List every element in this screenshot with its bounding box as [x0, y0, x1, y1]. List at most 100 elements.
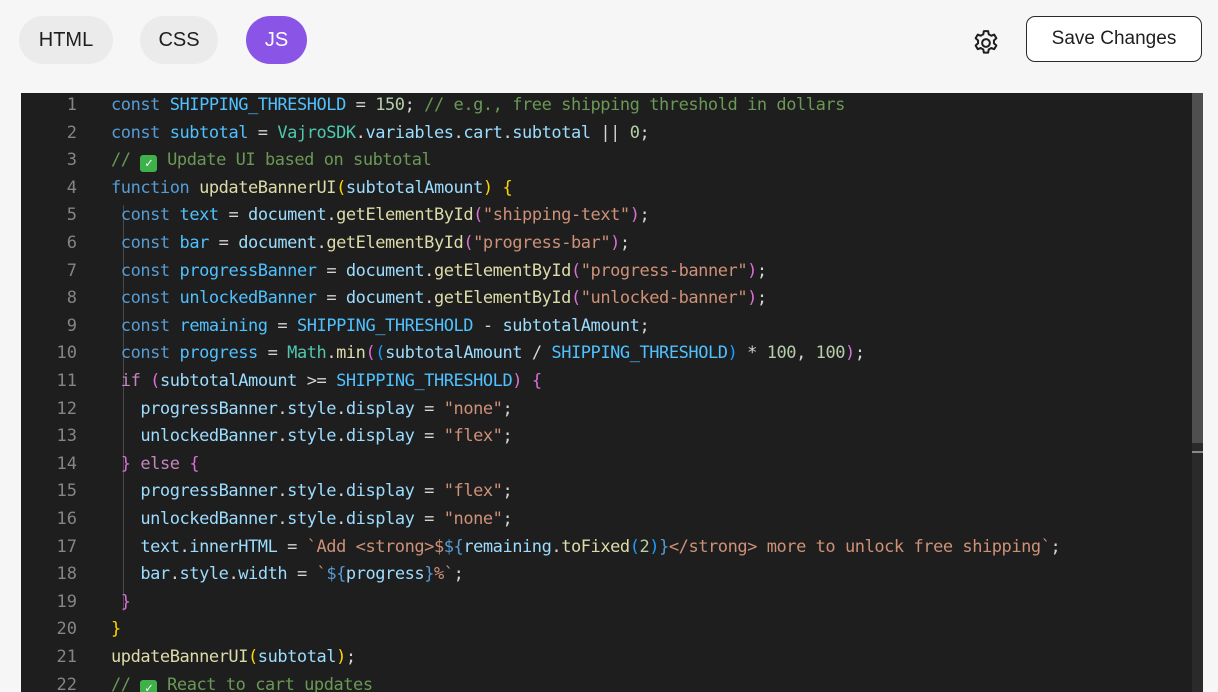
tab-js[interactable]: JS	[246, 16, 307, 64]
code-token: const	[120, 260, 170, 281]
code-token: bar	[179, 233, 210, 253]
code-token: ;	[639, 122, 650, 143]
code-line[interactable]: 19 }	[21, 588, 1191, 616]
code-token: .	[277, 509, 288, 529]
code-token: (	[248, 647, 258, 667]
code-token: .	[326, 205, 337, 226]
code-line[interactable]: 15 progressBanner.style.display = "flex"…	[21, 477, 1191, 505]
code-line[interactable]: 17 text.innerHTML = `Add <strong>$${rema…	[21, 533, 1191, 561]
code-token: }	[120, 591, 131, 612]
code-token: subtotal	[169, 122, 249, 143]
code-line[interactable]: 9 const remaining = SHIPPING_THRESHOLD -…	[21, 312, 1191, 340]
save-changes-button[interactable]: Save Changes	[1026, 16, 1202, 62]
code-text: function updateBannerUI(subtotalAmount) …	[111, 174, 513, 202]
code-token: (	[570, 260, 581, 281]
code-token: ;	[854, 343, 865, 364]
code-token: }	[659, 536, 669, 557]
line-number: 15	[56, 481, 77, 502]
code-line[interactable]: 10 const progress = Math.min((subtotalAm…	[21, 339, 1191, 367]
code-line[interactable]: 22 // ✓ React to cart updates	[21, 671, 1191, 692]
code-token: SHIPPING_THRESHOLD	[169, 95, 347, 115]
code-token: document	[238, 233, 317, 253]
code-line[interactable]: 8 const unlockedBanner = document.getEle…	[21, 284, 1191, 312]
code-text: progressBanner.style.display = "none";	[111, 395, 512, 423]
code-token: =	[208, 233, 239, 253]
code-token: unlockedBanner	[140, 426, 278, 447]
code-token: *	[737, 343, 767, 364]
code-token: -	[473, 315, 503, 336]
code-text: const remaining = SHIPPING_THRESHOLD - s…	[111, 312, 650, 340]
code-line[interactable]: 18 bar.style.width = `${progress}%`;	[21, 560, 1191, 588]
tab-css[interactable]: CSS	[140, 16, 218, 64]
code-token: getElementById	[326, 233, 464, 253]
code-token: (	[150, 371, 160, 391]
code-token: innerHTML	[189, 536, 278, 557]
code-token: "shipping-text"	[482, 205, 630, 226]
code-token: .	[326, 343, 337, 364]
code-token: min	[336, 343, 366, 364]
code-line[interactable]: 2 const subtotal = VajroSDK.variables.car…	[21, 119, 1191, 147]
code-line[interactable]: 4 function updateBannerUI(subtotalAmount)…	[21, 174, 1191, 202]
line-number: 16	[56, 509, 77, 529]
code-token: =	[257, 343, 288, 364]
settings-button[interactable]	[967, 26, 1005, 60]
code-line[interactable]: 14 } else {	[21, 450, 1191, 478]
code-token: const	[120, 233, 170, 253]
code-text: }	[111, 588, 131, 616]
code-line[interactable]: 12 progressBanner.style.display = "none"…	[21, 395, 1191, 423]
code-token: ,	[796, 343, 816, 364]
code-token: Update UI based on subtotal	[157, 150, 432, 171]
code-token: SHIPPING_THRESHOLD	[296, 315, 474, 336]
code-token: )	[747, 260, 757, 281]
line-number: 14	[56, 453, 77, 474]
code-token: %`	[434, 564, 454, 585]
code-token: ;	[502, 398, 513, 419]
code-token: .	[277, 426, 288, 447]
code-token: 100	[766, 343, 797, 364]
tab-html-label: HTML	[38, 28, 94, 51]
code-line[interactable]: 21 updateBannerUI(subtotal);	[21, 643, 1191, 671]
code-line[interactable]: 1 const SHIPPING_THRESHOLD = 150; // e.g.…	[21, 93, 1191, 119]
code-token: .	[336, 398, 346, 419]
code-token: .	[336, 426, 346, 447]
code-line[interactable]: 16 unlockedBanner.style.display = "none"…	[21, 505, 1191, 533]
scrollbar-thumb[interactable]	[1192, 93, 1203, 443]
code-line[interactable]: 11 if (subtotalAmount >= SHIPPING_THRESH…	[21, 367, 1191, 395]
code-token: subtotal	[257, 647, 337, 667]
code-token: cart	[463, 122, 503, 143]
code-token: `Add <strong>$	[306, 536, 444, 557]
code-token: style	[287, 398, 337, 419]
code-token: =	[316, 260, 346, 281]
line-number: 4	[66, 177, 77, 198]
code-line[interactable]: 13 unlockedBanner.style.display = "flex"…	[21, 422, 1191, 450]
vertical-scrollbar[interactable]	[1192, 93, 1203, 692]
code-token: ;	[756, 260, 767, 281]
code-token: display	[345, 398, 415, 419]
code-token: 100	[815, 343, 846, 364]
line-number: 18	[56, 564, 77, 585]
code-token: .	[316, 233, 327, 253]
code-line[interactable]: 20}	[21, 615, 1191, 643]
code-token: =	[277, 536, 307, 557]
code-token: )	[336, 647, 346, 667]
code-token: ${	[326, 564, 346, 585]
tab-html[interactable]: HTML	[19, 16, 113, 64]
code-text: bar.style.width = `${progress}%`;	[111, 560, 463, 588]
code-token: remaining	[463, 536, 552, 557]
code-token: )	[649, 536, 660, 557]
code-line[interactable]: 7 const progressBanner = document.getEle…	[21, 257, 1191, 285]
code-editor[interactable]: 1 const SHIPPING_THRESHOLD = 150; // e.g.…	[21, 93, 1203, 692]
code-line[interactable]: 3 // ✓ Update UI based on subtotal	[21, 146, 1191, 174]
code-token: .	[355, 122, 366, 143]
code-line[interactable]: 6 const bar = document.getElementById("p…	[21, 229, 1191, 257]
code-text: // ✓ React to cart updates	[111, 671, 373, 692]
code-text: if (subtotalAmount >= SHIPPING_THRESHOLD…	[111, 367, 542, 395]
code-line[interactable]: 5 const text = document.getElementById("…	[21, 201, 1191, 229]
code-text: unlockedBanner.style.display = "none";	[111, 505, 512, 533]
